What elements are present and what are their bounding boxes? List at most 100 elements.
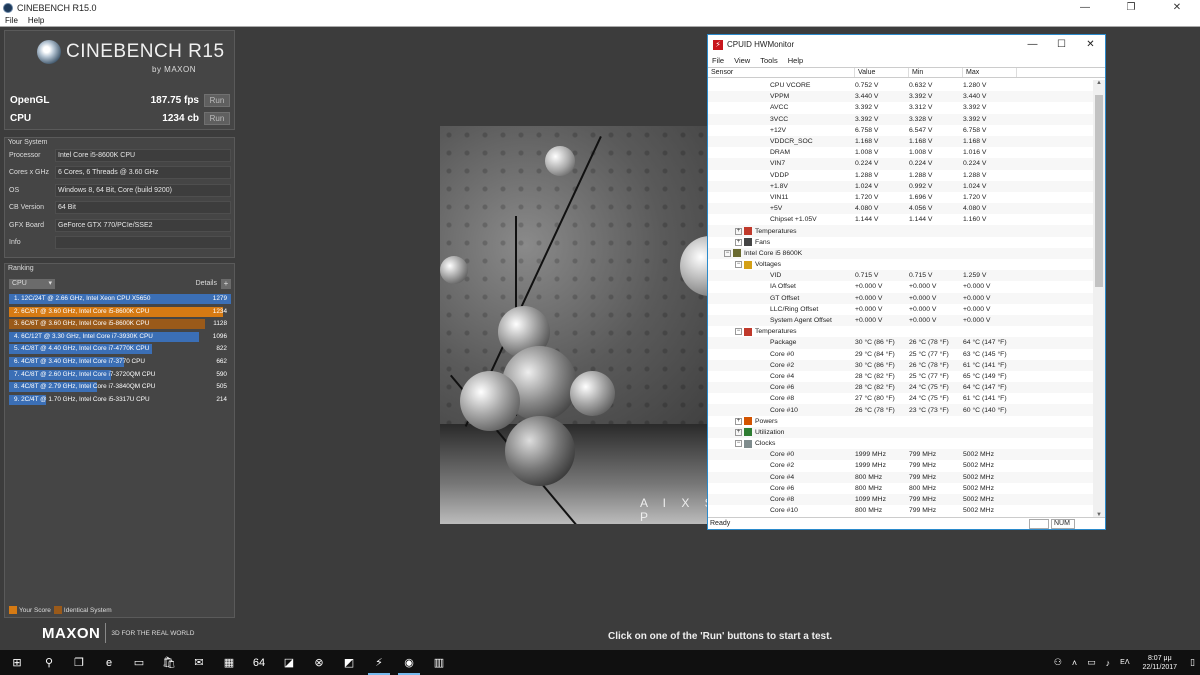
ranking-item[interactable]: 7. 4C/8T @ 2.60 GHz, Intel Core i7-3720Q… xyxy=(9,369,231,382)
cinebench-taskbar-icon[interactable]: ◉ xyxy=(394,650,424,675)
sensor-row[interactable]: GT Offset +0.000 V +0.000 V +0.000 V xyxy=(708,292,1093,304)
sensor-row[interactable]: Core #4 800 MHz 799 MHz 5002 MHz xyxy=(708,471,1093,483)
sensor-row[interactable]: AVCC 3.392 V 3.312 V 3.392 V xyxy=(708,102,1093,113)
expand-toggle-icon[interactable]: − xyxy=(724,249,731,257)
ranking-item[interactable]: 5. 4C/8T @ 4.40 GHz, Intel Core i7-4770K… xyxy=(9,343,231,356)
ranking-item[interactable]: 2. 6C/6T @ 3.60 GHz, Intel Core i5-8600K… xyxy=(9,306,231,319)
scroll-up-icon[interactable]: ▲ xyxy=(1093,80,1105,86)
file-explorer-icon[interactable]: ▭ xyxy=(124,650,154,675)
expand-toggle-icon[interactable]: + xyxy=(735,417,742,425)
tray-overflow-icon[interactable]: ˄ xyxy=(1067,658,1082,668)
mail-icon[interactable]: ✉ xyxy=(184,650,214,675)
ranking-item[interactable]: 8. 4C/8T @ 2.79 GHz, Intel Core i7-3840Q… xyxy=(9,381,231,394)
sensor-row[interactable]: + Temperatures xyxy=(708,225,1093,237)
sensor-row[interactable]: Core #2 30 °C (86 °F) 26 °C (78 °F) 61 °C (… xyxy=(708,359,1093,371)
hwmonitor-taskbar-icon[interactable]: ⚡ xyxy=(364,650,394,675)
sensor-row[interactable]: IA Offset +0.000 V +0.000 V +0.000 V xyxy=(708,281,1093,292)
hw-menu-tools[interactable]: Tools xyxy=(760,56,778,65)
sensor-row[interactable]: + Powers xyxy=(708,416,1093,427)
sensor-row[interactable]: CPU VCORE 0.752 V 0.632 V 1.280 V xyxy=(708,80,1093,91)
hwmonitor-close-button[interactable]: ✕ xyxy=(1076,39,1105,50)
sensor-row[interactable]: Core #0 1999 MHz 799 MHz 5002 MHz xyxy=(708,449,1093,461)
network-icon[interactable]: ▭ xyxy=(1082,657,1101,668)
scrollbar-thumb[interactable] xyxy=(1095,95,1103,287)
sensor-row[interactable]: Core #8 1099 MHz 799 MHz 5002 MHz xyxy=(708,493,1093,506)
col-value[interactable]: Value xyxy=(855,68,909,77)
hw-menu-view[interactable]: View xyxy=(734,56,750,65)
ranking-item[interactable]: 1. 12C/24T @ 2.66 GHz, Intel Xeon CPU X5… xyxy=(9,293,231,306)
edge-icon[interactable]: e xyxy=(94,650,124,675)
sensor-row[interactable]: VDDP 1.288 V 1.288 V 1.288 V xyxy=(708,170,1093,181)
hwmonitor-maximize-button[interactable]: ☐ xyxy=(1047,39,1076,50)
hw-menu-help[interactable]: Help xyxy=(788,56,803,65)
task-view-icon[interactable]: ❐ xyxy=(64,650,94,675)
menu-file[interactable]: File xyxy=(5,16,18,25)
volume-icon[interactable]: ♪ xyxy=(1101,658,1116,668)
sensor-row[interactable]: Core #0 29 °C (84 °F) 25 °C (77 °F) 63 °C (… xyxy=(708,349,1093,360)
sensor-row[interactable]: + Utilization xyxy=(708,426,1093,438)
sensor-row[interactable]: VID 0.715 V 0.715 V 1.259 V xyxy=(708,270,1093,282)
sensor-row[interactable]: Core #6 28 °C (82 °F) 24 °C (75 °F) 64 °C (… xyxy=(708,382,1093,394)
app-calendar-icon[interactable]: ▥ xyxy=(424,650,454,675)
minimize-button[interactable]: — xyxy=(1062,2,1108,13)
hw-menu-file[interactable]: File xyxy=(712,56,724,65)
app-gpu-icon[interactable]: ◪ xyxy=(274,650,304,675)
maximize-button[interactable]: ❐ xyxy=(1108,2,1154,13)
sensor-row[interactable]: VDDCR_SOC 1.168 V 1.168 V 1.168 V xyxy=(708,135,1093,148)
col-min[interactable]: Min xyxy=(909,68,963,77)
search-icon[interactable]: ⚲ xyxy=(34,650,64,675)
sensor-row[interactable]: VPPM 3.440 V 3.392 V 3.440 V xyxy=(708,91,1093,103)
sensor-row[interactable]: Core #8 27 °C (80 °F) 24 °C (75 °F) 61 °C (… xyxy=(708,393,1093,404)
sensor-row[interactable]: LLC/Ring Offset +0.000 V +0.000 V +0.000 V xyxy=(708,304,1093,315)
ranking-item[interactable]: 9. 2C/4T @ 1.70 GHz, Intel Core i5-3317U… xyxy=(9,394,231,407)
xbox-icon[interactable]: ⊗ xyxy=(304,650,334,675)
sensor-row[interactable]: +5V 4.080 V 4.056 V 4.080 V xyxy=(708,203,1093,215)
sensor-row[interactable]: VIN7 0.224 V 0.224 V 0.224 V xyxy=(708,158,1093,170)
sensor-row[interactable]: Core #6 800 MHz 800 MHz 5002 MHz xyxy=(708,483,1093,494)
expand-toggle-icon[interactable]: + xyxy=(735,238,742,246)
notifications-icon[interactable]: ▯ xyxy=(1185,657,1200,668)
sensor-row[interactable]: DRAM 1.008 V 1.008 V 1.016 V xyxy=(708,147,1093,158)
sensor-row[interactable]: VIN11 1.720 V 1.696 V 1.720 V xyxy=(708,192,1093,203)
sensor-row[interactable]: Core #10 800 MHz 799 MHz 5002 MHz xyxy=(708,505,1093,516)
ranking-item[interactable]: 3. 6C/6T @ 3.60 GHz, Intel Core i5-8600K… xyxy=(9,318,231,331)
sensor-row[interactable]: System Agent Offset +0.000 V +0.000 V +0.00… xyxy=(708,314,1093,327)
expand-toggle-icon[interactable]: − xyxy=(735,440,742,448)
amd-icon[interactable]: ◩ xyxy=(334,650,364,675)
expand-toggle-icon[interactable]: + xyxy=(735,227,742,235)
details-toggle-button[interactable]: + xyxy=(221,278,231,289)
calculator-icon[interactable]: ▦ xyxy=(214,650,244,675)
sensor-row[interactable]: Package 30 °C (86 °F) 26 °C (78 °F) 64 °C (… xyxy=(708,337,1093,349)
expand-toggle-icon[interactable]: − xyxy=(735,328,742,336)
ranking-item[interactable]: 6. 4C/8T @ 3.40 GHz, Intel Core i7-3770 … xyxy=(9,356,231,369)
sensor-tree-scrollbar[interactable]: ▲ ▼ xyxy=(1093,80,1105,518)
language-indicator[interactable]: ΕΛ xyxy=(1115,659,1134,666)
clock[interactable]: 8:07 μμ 22/11/2017 xyxy=(1135,654,1186,672)
menu-help[interactable]: Help xyxy=(28,16,44,25)
sensor-row[interactable]: − Temperatures xyxy=(708,326,1093,337)
sensor-row[interactable]: +12V 6.758 V 6.547 V 6.758 V xyxy=(708,125,1093,136)
close-button[interactable]: ✕ xyxy=(1154,2,1200,13)
sensor-row[interactable]: Chipset +1.05V 1.144 V 1.144 V 1.160 V xyxy=(708,214,1093,225)
col-max[interactable]: Max xyxy=(963,68,1017,77)
sensor-row[interactable]: 3VCC 3.392 V 3.328 V 3.392 V xyxy=(708,113,1093,125)
store-icon[interactable]: 🛍 xyxy=(154,650,184,675)
sensor-row[interactable]: Core #4 28 °C (82 °F) 25 °C (77 °F) 65 °C (… xyxy=(708,371,1093,382)
sensor-row[interactable]: − Voltages xyxy=(708,259,1093,270)
sensor-row[interactable]: +1.8V 1.024 V 0.992 V 1.024 V xyxy=(708,180,1093,192)
opengl-run-button[interactable]: Run xyxy=(204,94,230,107)
start-button[interactable]: ⊞ xyxy=(0,650,34,675)
sensor-row[interactable]: Core #2 1999 MHz 799 MHz 5002 MHz xyxy=(708,460,1093,471)
hwmonitor-minimize-button[interactable]: — xyxy=(1018,39,1047,50)
col-sensor[interactable]: Sensor xyxy=(708,68,855,77)
ranking-item[interactable]: 4. 6C/12T @ 3.30 GHz, Intel Core i7-3930… xyxy=(9,331,231,344)
people-icon[interactable]: ⚇ xyxy=(1049,657,1067,668)
sensor-row[interactable]: − Intel Core i5 8600K xyxy=(708,247,1093,259)
expand-toggle-icon[interactable]: + xyxy=(735,428,742,436)
app-64-icon[interactable]: 64 xyxy=(244,650,274,675)
sensor-row[interactable]: + Fans xyxy=(708,237,1093,248)
sensor-row[interactable]: − Clocks xyxy=(708,438,1093,449)
expand-toggle-icon[interactable]: − xyxy=(735,261,742,269)
ranking-type-select[interactable]: CPU xyxy=(9,278,55,289)
sensor-row[interactable]: Core #10 26 °C (78 °F) 23 °C (73 °F) 60 °C … xyxy=(708,404,1093,416)
